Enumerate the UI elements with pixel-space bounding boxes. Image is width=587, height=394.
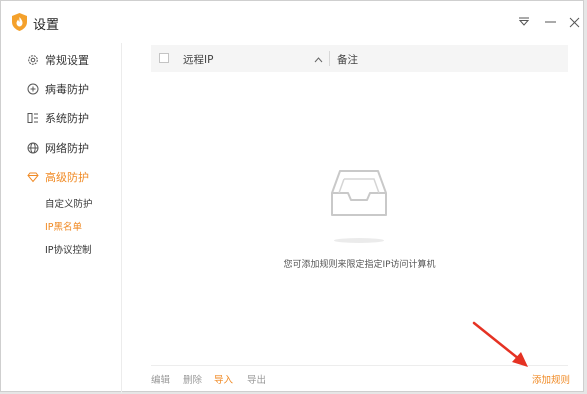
sidebar-item-label: 高级防护 (45, 171, 89, 184)
sidebar-item-general[interactable]: 常规设置 (27, 52, 89, 68)
minimize-icon[interactable] (541, 13, 559, 31)
empty-inbox-icon (330, 169, 388, 223)
select-all-checkbox[interactable] (159, 53, 169, 63)
delete-button[interactable]: 删除 (183, 372, 202, 386)
sidebar-item-system[interactable]: 系统防护 (27, 110, 89, 126)
title-bar: 设置 (1, 1, 583, 43)
sidebar-item-label: 网络防护 (45, 142, 89, 155)
sidebar-item-advanced[interactable]: 高级防护 (27, 169, 89, 185)
gear-icon (27, 54, 39, 66)
edit-button[interactable]: 编辑 (151, 372, 170, 386)
globe-icon (27, 142, 39, 154)
virus-shield-icon (27, 83, 39, 95)
empty-shadow (334, 238, 384, 243)
column-note: 备注 (337, 54, 358, 66)
sidebar-item-label: 病毒防护 (45, 83, 89, 96)
system-icon (27, 112, 39, 124)
sidebar-item-label: 常规设置 (45, 54, 89, 67)
export-button[interactable]: 导出 (247, 372, 266, 386)
empty-message: 您可添加规则来限定指定IP访问计算机 (283, 260, 436, 270)
close-icon[interactable] (565, 13, 583, 31)
add-rule-button[interactable]: 添加规则 (532, 372, 570, 386)
sub-item-ip-blacklist[interactable]: IP黑名单 (45, 219, 82, 233)
sidebar-item-virus[interactable]: 病毒防护 (27, 81, 89, 97)
sidebar-item-network[interactable]: 网络防护 (27, 140, 89, 156)
bottom-divider (151, 365, 568, 366)
window-title: 设置 (33, 18, 60, 33)
import-button[interactable]: 导入 (214, 372, 233, 386)
sidebar: 常规设置 病毒防护 系统防护 网络防护 高级防护 自定义防护 IP黑名单 IP协… (1, 43, 122, 393)
column-remote-ip[interactable]: 远程IP (183, 52, 213, 67)
logo-icon (12, 13, 27, 31)
column-divider (329, 51, 330, 66)
sub-item-ip-protocol[interactable]: IP协议控制 (45, 242, 92, 256)
settings-window: 设置 常规设置 病毒防护 系统防护 网络防护 高级防护 自定义防护 IP黑名单 … (0, 0, 584, 393)
sidebar-item-label: 系统防护 (45, 112, 89, 125)
sub-item-custom-protection[interactable]: 自定义防护 (45, 196, 93, 210)
diamond-icon (27, 171, 39, 183)
sort-up-icon[interactable] (314, 54, 323, 66)
table-header: 远程IP 备注 (151, 45, 568, 72)
menu-icon[interactable] (515, 13, 533, 31)
